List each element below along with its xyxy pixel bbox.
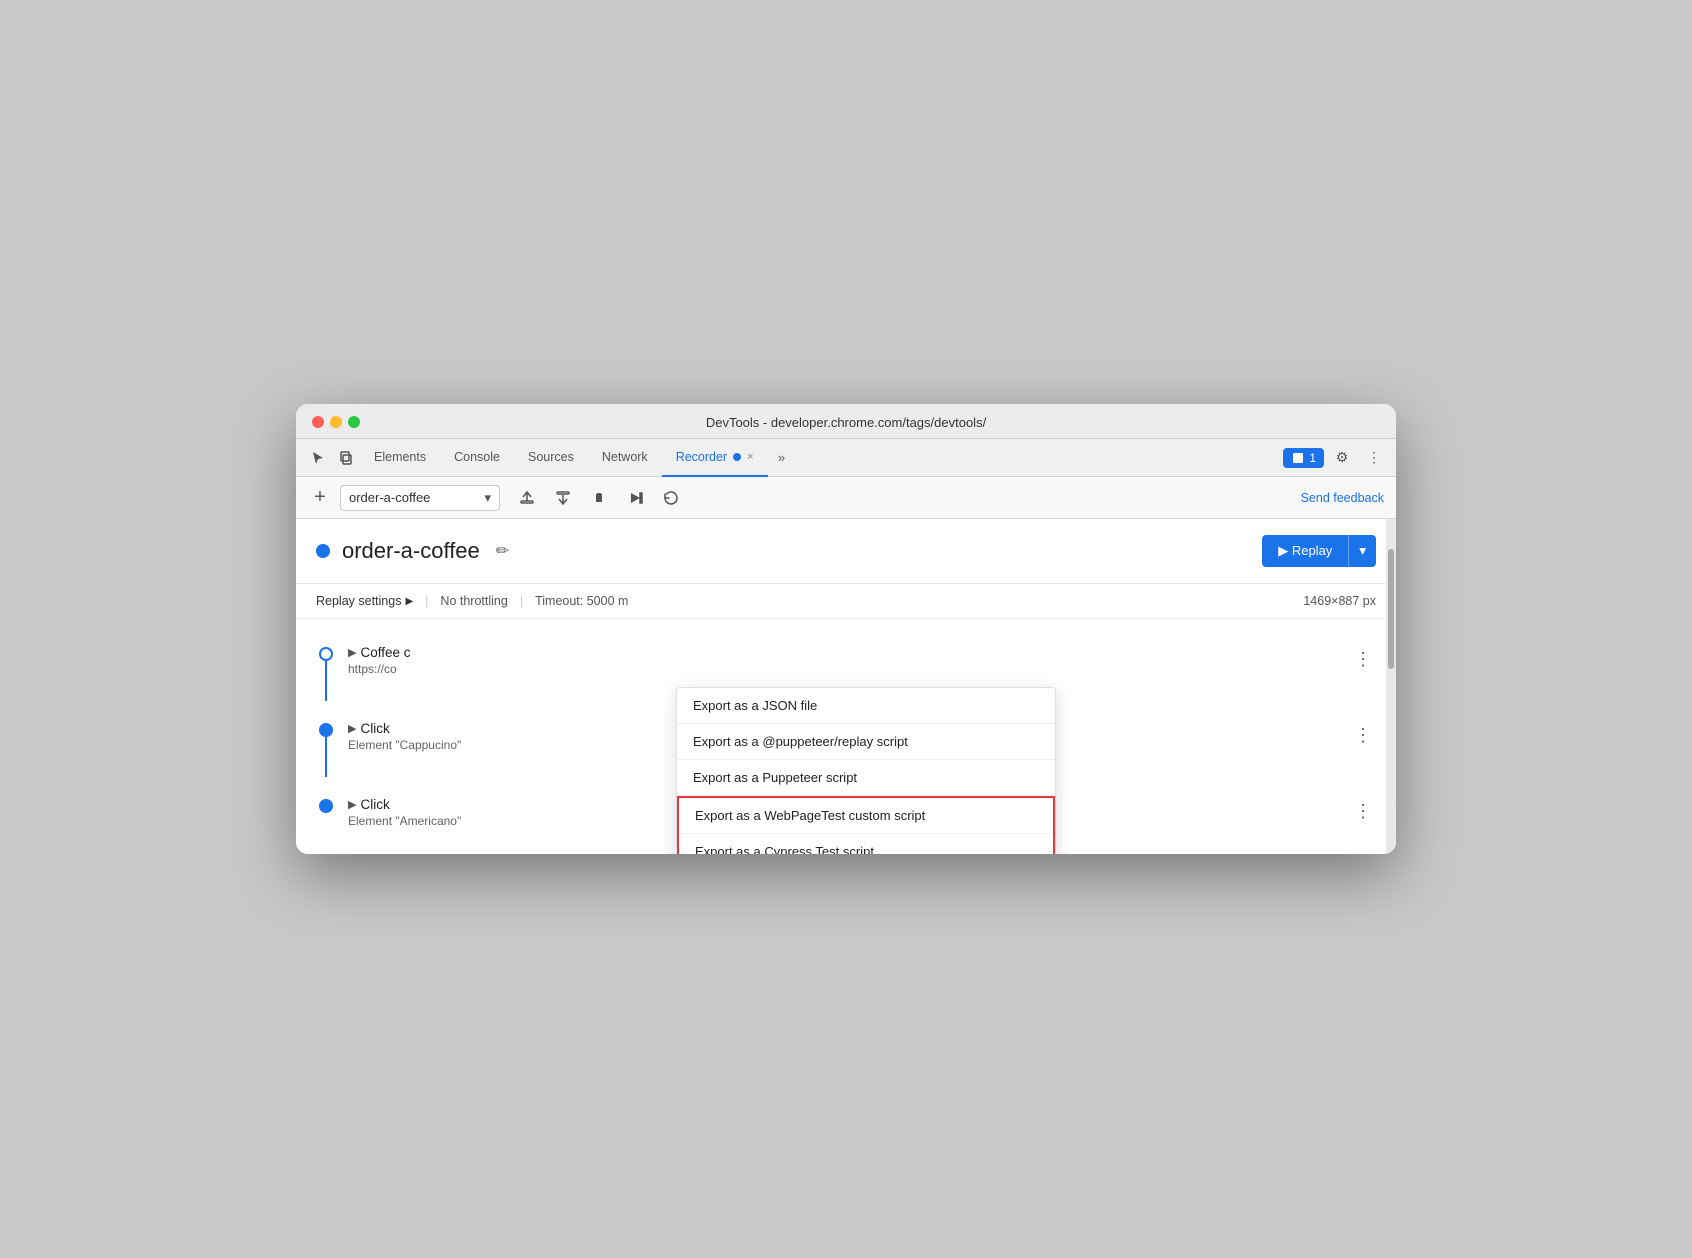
cursor-icon[interactable] [304, 444, 332, 472]
recording-selector-chevron: ▾ [484, 490, 491, 506]
resolution-value: 1469×887 px [1303, 594, 1376, 608]
export-cypress-item[interactable]: Export as a Cypress Test script [679, 834, 1053, 854]
step-content-1: ▶ Coffee c https://co [348, 645, 1338, 676]
toolbar-actions [512, 484, 686, 512]
highlighted-export-group: Export as a WebPageTest custom script Ex… [677, 796, 1055, 854]
replay-button[interactable]: ▶ Replay [1262, 535, 1348, 567]
traffic-lights [312, 416, 360, 428]
replay-button-group: ▶ Replay ▾ [1262, 535, 1376, 567]
step-circle-3 [319, 799, 333, 813]
notification-button[interactable]: 1 [1283, 448, 1324, 468]
step-expand-3[interactable]: ▶ [348, 798, 356, 811]
add-recording-button[interactable]: + [308, 486, 332, 509]
step-circle-1 [319, 647, 333, 661]
tab-elements[interactable]: Elements [360, 439, 440, 477]
more-tabs-icon[interactable]: » [768, 444, 796, 472]
send-feedback-link[interactable]: Send feedback [1301, 491, 1384, 505]
recording-header: order-a-coffee ✏ ▶ Replay ▾ [296, 519, 1396, 584]
settings-right: 1469×887 px [1303, 594, 1376, 608]
import-button[interactable] [548, 484, 578, 512]
close-button[interactable] [312, 416, 324, 428]
export-puppeteer-item[interactable]: Export as a Puppeteer script [677, 760, 1055, 796]
export-dropdown-menu: Export as a JSON file Export as a @puppe… [676, 687, 1056, 854]
devtools-more-icon[interactable]: ⋮ [1360, 444, 1388, 472]
step-expand-2[interactable]: ▶ [348, 722, 356, 735]
minimize-button[interactable] [330, 416, 342, 428]
step-subtitle-1: https://co [348, 662, 1338, 676]
devtools-right-actions: 1 ⚙ ⋮ [1283, 444, 1388, 472]
export-json-item[interactable]: Export as a JSON file [677, 688, 1055, 724]
step-timeline-2 [316, 721, 336, 777]
recording-selector[interactable]: order-a-coffee ▾ [340, 485, 500, 511]
recorder-tab-close[interactable]: × [747, 451, 753, 463]
edit-name-icon[interactable]: ✏ [496, 541, 509, 561]
scrollbar-thumb[interactable] [1388, 549, 1394, 669]
tab-sources[interactable]: Sources [514, 439, 588, 477]
replay-icon-small[interactable] [656, 484, 686, 512]
step-line-2 [325, 737, 327, 777]
step-timeline-1 [316, 645, 336, 701]
step-timeline-3 [316, 797, 336, 813]
replay-dropdown-button[interactable]: ▾ [1348, 535, 1376, 567]
devtools-window: DevTools - developer.chrome.com/tags/dev… [296, 404, 1396, 854]
export-webpagetest-item[interactable]: Export as a WebPageTest custom script [679, 798, 1053, 834]
step-button[interactable] [620, 484, 650, 512]
recording-indicator [316, 544, 330, 558]
timeout-value: Timeout: 5000 m [535, 594, 628, 608]
devtools-tab-bar: Elements Console Sources Network Recorde… [296, 439, 1396, 477]
step-circle-2 [319, 723, 333, 737]
scrollbar[interactable] [1386, 519, 1396, 854]
step-expand-1[interactable]: ▶ [348, 646, 356, 659]
recorder-toolbar: + order-a-coffee ▾ [296, 477, 1396, 519]
recorder-main: order-a-coffee ✏ ▶ Replay ▾ Replay setti… [296, 519, 1396, 854]
step-title-1: ▶ Coffee c [348, 645, 1338, 660]
tab-recorder[interactable]: Recorder × [662, 439, 768, 477]
throttling-value: No throttling [440, 594, 507, 608]
recording-selector-value: order-a-coffee [349, 490, 430, 505]
recording-title: order-a-coffee [342, 538, 480, 564]
export-button[interactable] [512, 484, 542, 512]
title-bar: DevTools - developer.chrome.com/tags/dev… [296, 404, 1396, 439]
step-line-1 [325, 661, 327, 701]
settings-bar: Replay settings ▶ | No throttling | Time… [296, 584, 1396, 619]
settings-icon[interactable]: ⚙ [1328, 444, 1356, 472]
step-more-button-2[interactable]: ⋮ [1350, 721, 1376, 750]
tab-console[interactable]: Console [440, 439, 514, 477]
maximize-button[interactable] [348, 416, 360, 428]
export-puppeteer-replay-item[interactable]: Export as a @puppeteer/replay script [677, 724, 1055, 760]
delete-button[interactable] [584, 484, 614, 512]
replay-dropdown-icon: ▾ [1359, 543, 1366, 558]
step-more-button-1[interactable]: ⋮ [1350, 645, 1376, 674]
copy-icon[interactable] [332, 444, 360, 472]
settings-label[interactable]: Replay settings ▶ [316, 594, 413, 608]
step-more-button-3[interactable]: ⋮ [1350, 797, 1376, 826]
tab-network[interactable]: Network [588, 439, 662, 477]
window-title: DevTools - developer.chrome.com/tags/dev… [706, 415, 986, 430]
